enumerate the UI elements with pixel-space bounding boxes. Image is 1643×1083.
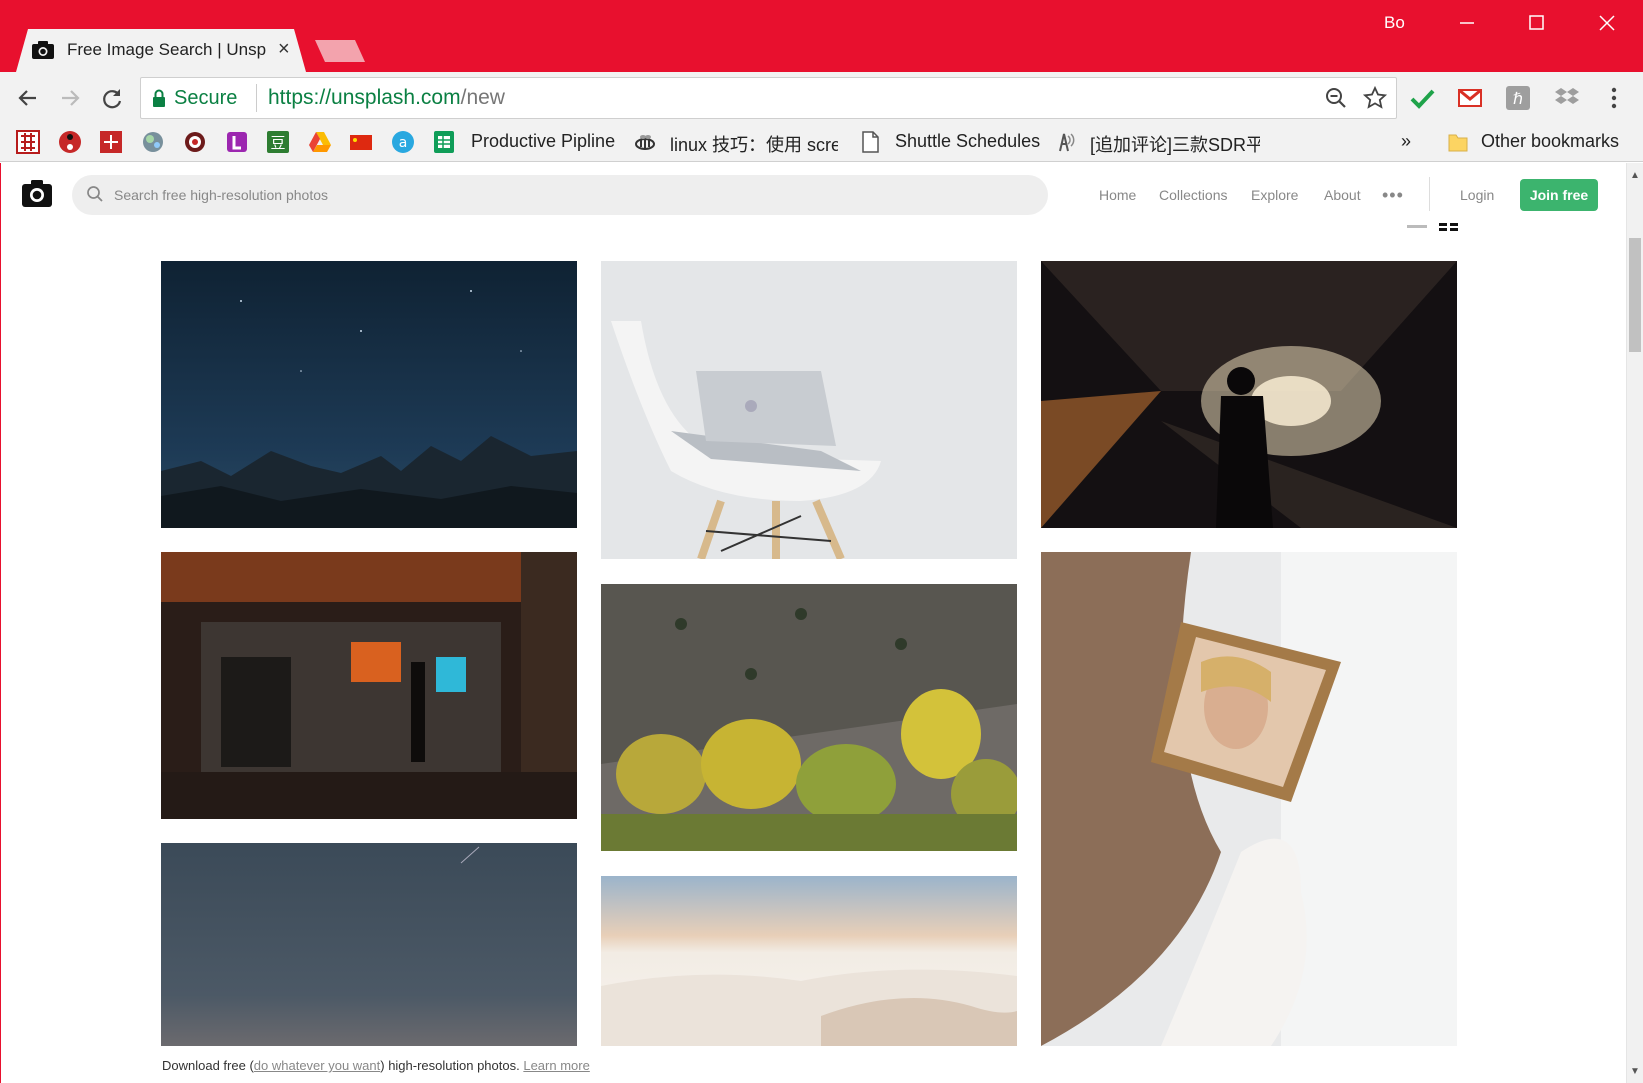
address-divider	[256, 84, 257, 112]
close-window-icon[interactable]	[1584, 8, 1630, 38]
secure-label: Secure	[174, 86, 238, 109]
zoom-icon[interactable]	[1322, 84, 1350, 112]
extension-h-icon[interactable]: ℏ	[1504, 84, 1532, 112]
nav-divider	[1429, 177, 1430, 211]
bookmark-page-icon[interactable]	[858, 130, 882, 154]
bookmark-red-square-icon[interactable]	[99, 130, 123, 154]
site-header: Search free high-resolution photos Home …	[1, 163, 1626, 227]
nav-home[interactable]: Home	[1099, 187, 1136, 203]
checkmark-extension-icon[interactable]	[1408, 84, 1436, 112]
grid-view-icon[interactable]	[1439, 223, 1459, 231]
other-bookmarks[interactable]: Other bookmarks	[1481, 131, 1631, 152]
profile-name[interactable]: Bo	[1384, 13, 1405, 33]
unsplash-camera-logo-icon[interactable]	[21, 177, 53, 209]
nav-more-icon[interactable]: •••	[1382, 185, 1404, 206]
license-link[interactable]: do whatever you want	[254, 1058, 380, 1073]
bookmark-l-icon[interactable]	[225, 130, 249, 154]
reload-icon[interactable]	[98, 84, 126, 112]
back-arrow-icon[interactable]	[14, 84, 42, 112]
bookmark-douban-icon[interactable]: 豆	[266, 130, 290, 154]
dropbox-icon[interactable]	[1553, 84, 1581, 112]
folder-icon[interactable]	[1446, 130, 1470, 154]
web-page: Search free high-resolution photos Home …	[0, 163, 1626, 1083]
photo-autumn-trees-hillside[interactable]	[601, 584, 1017, 851]
bookmark-bee-icon[interactable]	[633, 130, 657, 154]
photo-night-mountains[interactable]	[161, 261, 577, 528]
menu-kebab-icon[interactable]	[1600, 84, 1628, 112]
camera-favicon-icon	[32, 41, 54, 59]
tab-close-icon[interactable]: ×	[278, 38, 290, 61]
bookmark-antenna-icon[interactable]	[1054, 130, 1078, 154]
login-link[interactable]: Login	[1460, 187, 1494, 203]
maximize-icon[interactable]	[1513, 8, 1559, 38]
search-placeholder: Search free high-resolution photos	[114, 187, 329, 203]
bookmark-drive-icon[interactable]	[308, 130, 332, 154]
photo-white-dunes[interactable]	[601, 876, 1017, 1046]
photo-laptop-on-chair[interactable]	[601, 261, 1017, 559]
svg-text:a: a	[399, 135, 408, 151]
bookmark-productive-pipline[interactable]: Productive Pipline	[471, 131, 621, 152]
minimize-icon[interactable]	[1444, 8, 1490, 38]
lock-icon	[153, 89, 165, 107]
photo-woman-mirror[interactable]	[1041, 552, 1457, 1046]
secure-indicator[interactable]: Secure	[152, 86, 237, 110]
forward-arrow-icon[interactable]	[56, 84, 84, 112]
photo-light-tunnel-silhouette[interactable]	[1041, 261, 1457, 528]
tab-title: Free Image Search | Unsplash	[67, 40, 267, 59]
scroll-down-arrow-icon[interactable]: ▼	[1630, 1066, 1640, 1077]
gmail-icon[interactable]	[1456, 84, 1484, 112]
photo-storefront-night[interactable]	[161, 552, 577, 819]
bookmark-a-circle-icon[interactable]: a	[391, 130, 415, 154]
url-text: https://unsplash.com/new	[268, 86, 505, 109]
bookmark-shuttle-schedules[interactable]: Shuttle Schedules	[895, 131, 1045, 152]
single-column-view-icon[interactable]	[1407, 225, 1427, 228]
search-icon	[87, 186, 103, 202]
svg-text:豆: 豆	[270, 134, 285, 152]
learn-more-link[interactable]: Learn more	[523, 1058, 589, 1073]
join-free-button[interactable]: Join free	[1520, 179, 1598, 211]
bookmark-flag-icon[interactable]	[349, 130, 373, 154]
bookmark-linux-tips[interactable]: linux 技巧：使用 screen	[670, 131, 838, 157]
nav-about[interactable]: About	[1324, 187, 1361, 203]
scroll-up-arrow-icon[interactable]: ▲	[1630, 170, 1640, 181]
bookmark-yinyang-icon[interactable]	[58, 130, 82, 154]
bookmark-ring-icon[interactable]	[183, 130, 207, 154]
bookmark-sheets-icon[interactable]	[432, 130, 456, 154]
nav-explore[interactable]: Explore	[1251, 187, 1298, 203]
footer-license-text: Download free (do whatever you want) hig…	[162, 1058, 590, 1073]
svg-text:ℏ: ℏ	[1513, 89, 1523, 108]
nav-collections[interactable]: Collections	[1159, 187, 1227, 203]
bookmark-sdr-review[interactable]: [追加评论]三款SDR平	[1090, 131, 1260, 157]
bookmarks-overflow-chevron-icon[interactable]: »	[1401, 131, 1411, 152]
bookmark-globe-icon[interactable]	[141, 130, 165, 154]
photo-dusk-sky[interactable]	[161, 843, 577, 1046]
scrollbar-thumb[interactable]	[1629, 238, 1641, 352]
bookmark-star-icon[interactable]	[1361, 84, 1389, 112]
bookmark-dictionary-icon[interactable]	[16, 130, 40, 154]
